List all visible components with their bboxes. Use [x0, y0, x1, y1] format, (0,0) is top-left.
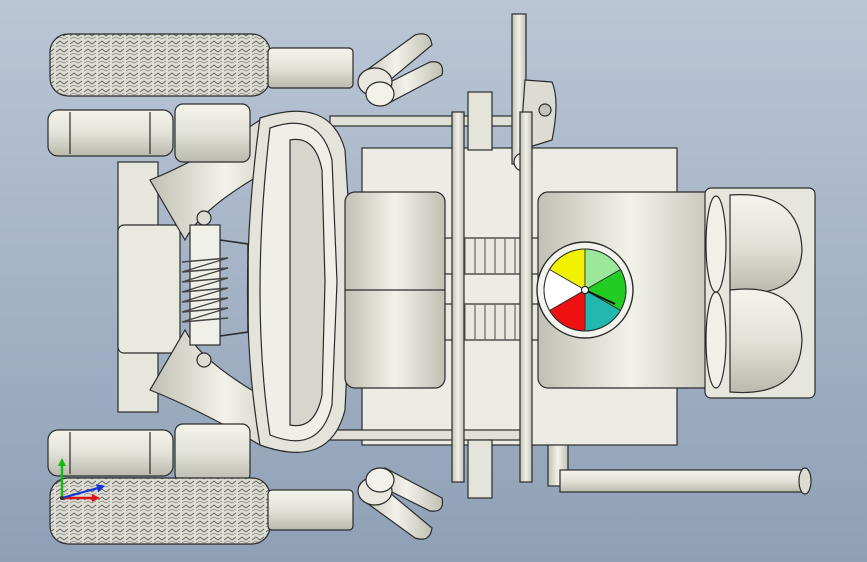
cad-graphics-viewport[interactable] — [0, 0, 867, 562]
air-intake-horns[interactable] — [704, 187, 816, 399]
cockpit-seat[interactable] — [246, 110, 353, 453]
engine-cylinder-left[interactable] — [344, 191, 446, 389]
front-right-wheel[interactable] — [47, 423, 251, 483]
front-left-wheel[interactable] — [47, 103, 251, 163]
gauge-dial[interactable] — [536, 241, 634, 339]
frame-rail-bottom[interactable] — [329, 429, 521, 441]
triad-origin — [60, 496, 64, 500]
